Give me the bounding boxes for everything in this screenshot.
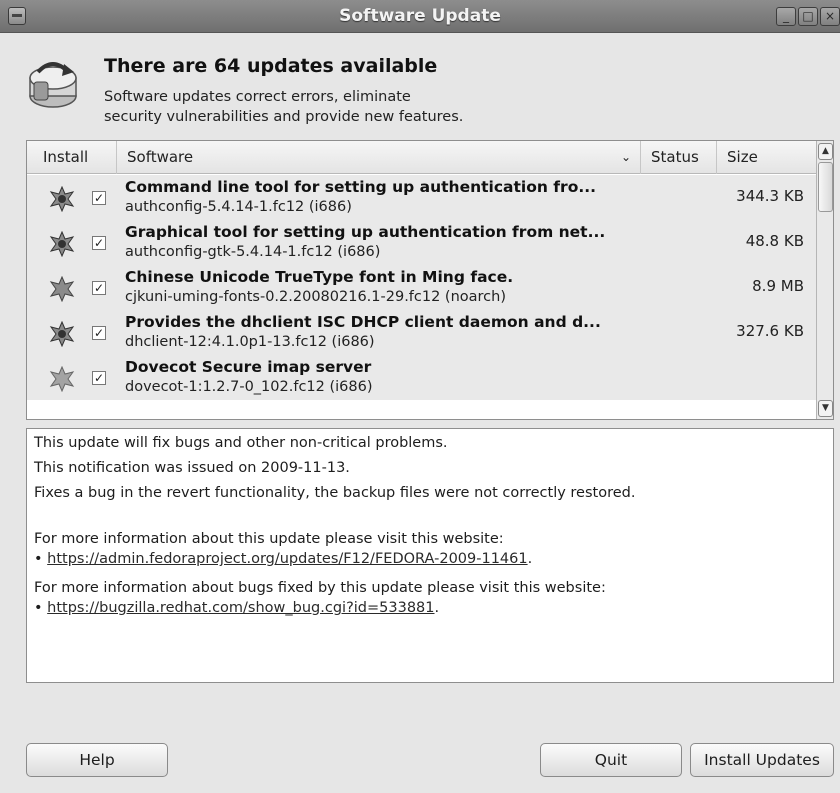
subtitle-line-2: security vulnerabilities and provide new… [104,109,464,125]
update-row[interactable]: ✓ Graphical tool for setting up authenti… [27,220,816,265]
description-line: This update will fix bugs and other non-… [34,435,448,451]
sort-chevron-icon[interactable]: ⌄ [621,141,631,174]
software-update-window: Software Update _ □ × There are 64 updat… [0,0,840,793]
column-software[interactable]: Software [117,141,641,174]
window-title: Software Update [339,6,501,26]
updates-available-heading: There are 64 updates available [104,55,438,77]
update-size: 48.8 KB [745,232,804,250]
package-update-icon [49,276,75,302]
update-name: Dovecot Secure imap server [125,358,372,376]
update-size: 8.9 MB [752,277,804,295]
scrollbar-thumb[interactable] [818,162,833,212]
install-checkbox[interactable]: ✓ [92,236,106,250]
update-name: Command line tool for setting up authent… [125,178,597,196]
software-update-icon [29,62,77,108]
description-line: This notification was issued on 2009-11-… [34,460,350,476]
list-scrollbar[interactable]: ▲ ▼ [816,141,833,419]
scroll-down-icon[interactable]: ▼ [818,400,833,417]
close-button[interactable]: × [820,7,840,26]
update-row[interactable]: ✓ Dovecot Secure imap server dovecot-1:1… [27,355,816,400]
update-row[interactable]: ✓ Chinese Unicode TrueType font in Ming … [27,265,816,310]
update-package: dhclient-12:4.1.0p1-13.fc12 (i686) [125,334,375,350]
quit-button[interactable]: Quit [540,743,682,777]
update-name: Chinese Unicode TrueType font in Ming fa… [125,268,514,286]
info-update-text: For more information about this update p… [34,531,504,547]
description-line: Fixes a bug in the revert functionality,… [34,485,636,501]
column-status[interactable]: Status [641,141,717,174]
update-package: authconfig-5.4.14-1.fc12 (i686) [125,199,352,215]
update-size: 344.3 KB [736,187,804,205]
update-row[interactable]: ✓ Command line tool for setting up authe… [27,175,816,220]
maximize-button[interactable]: □ [798,7,818,26]
column-size[interactable]: Size [717,141,816,174]
info-bugs-text: For more information about bugs fixed by… [34,580,606,596]
update-package: dovecot-1:1.2.7-0_102.fc12 (i686) [125,379,373,395]
install-checkbox[interactable]: ✓ [92,371,106,385]
period: . [527,551,533,567]
column-install[interactable]: Install [27,141,117,174]
title-bar[interactable]: Software Update _ □ × [0,0,840,33]
bugzilla-link[interactable]: https://bugzilla.redhat.com/show_bug.cgi… [47,600,434,616]
updates-subtitle: Software updates correct errors, elimina… [104,87,544,127]
install-checkbox[interactable]: ✓ [92,281,106,295]
update-package: authconfig-gtk-5.4.14-1.fc12 (i686) [125,244,381,260]
update-package: cjkuni-uming-fonts-0.2.20080216.1-29.fc1… [125,289,507,305]
install-checkbox[interactable]: ✓ [92,191,106,205]
help-button[interactable]: Help [26,743,168,777]
period: . [434,600,440,616]
update-name: Provides the dhclient ISC DHCP client da… [125,313,601,331]
update-name: Graphical tool for setting up authentica… [125,223,606,241]
bullet: • [34,551,43,567]
package-update-icon [49,231,75,257]
update-description: This update will fix bugs and other non-… [26,428,834,683]
list-header: Install Software ⌄ Status Size [27,141,816,174]
package-update-icon [49,366,75,392]
update-row[interactable]: ✓ Provides the dhclient ISC DHCP client … [27,310,816,355]
bullet: • [34,600,43,616]
package-update-icon [49,186,75,212]
minimize-button[interactable]: _ [776,7,796,26]
info-update-link-line: • https://admin.fedoraproject.org/update… [34,551,532,567]
scroll-up-icon[interactable]: ▲ [818,143,833,160]
install-updates-button[interactable]: Install Updates [690,743,834,777]
update-size: 327.6 KB [736,322,804,340]
update-list[interactable]: Install Software ⌄ Status Size ✓ Command… [26,140,834,420]
update-link[interactable]: https://admin.fedoraproject.org/updates/… [47,551,527,567]
package-update-icon [49,321,75,347]
subtitle-line-1: Software updates correct errors, elimina… [104,89,411,105]
install-checkbox[interactable]: ✓ [92,326,106,340]
info-bugs-link-line: • https://bugzilla.redhat.com/show_bug.c… [34,600,439,616]
